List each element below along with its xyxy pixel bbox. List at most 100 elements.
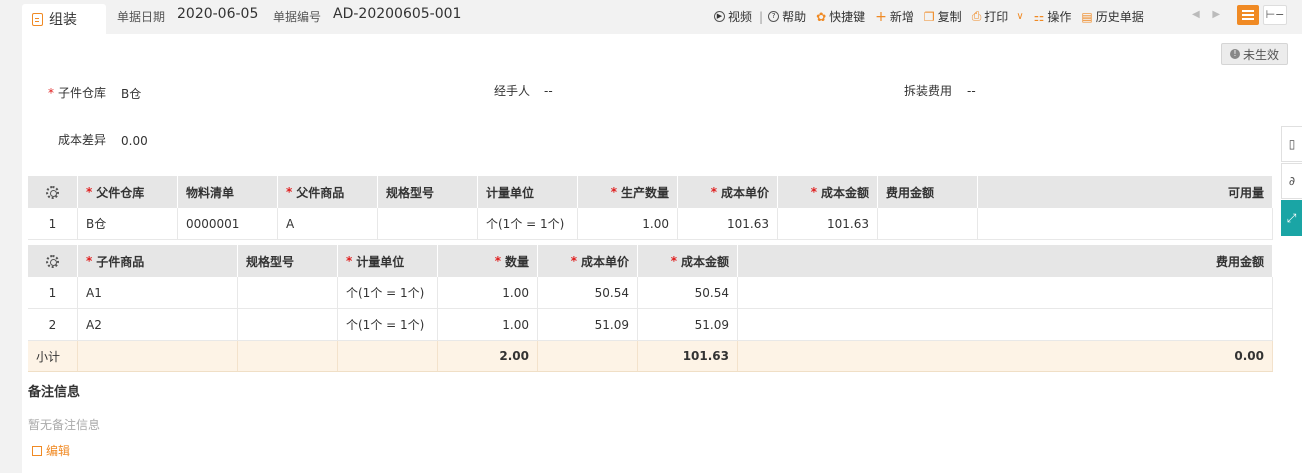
table-cell[interactable]: 101.63 <box>678 208 778 239</box>
disassembly-fee-value[interactable]: -- <box>967 84 976 98</box>
table-cell[interactable]: 50.54 <box>638 277 738 308</box>
table-cell[interactable]: 个(1个 = 1个) <box>338 309 438 340</box>
required-mark: * <box>346 254 353 268</box>
subtotal-cell <box>238 341 338 371</box>
side-link-button[interactable]: ∂ <box>1281 163 1302 199</box>
table-cell[interactable]: 50.54 <box>538 277 638 308</box>
required-mark: * <box>610 185 617 199</box>
operate-button[interactable]: ⚏ 操作 <box>1034 8 1072 25</box>
table-row[interactable]: 1 A1 个(1个 = 1个) 1.00 50.54 50.54 <box>28 277 1273 309</box>
handler-value[interactable]: -- <box>544 84 553 98</box>
plus-icon: + <box>875 8 887 25</box>
column-header-label: 父件商品 <box>296 185 345 200</box>
table-cell[interactable]: B仓 <box>78 208 178 239</box>
edit-notes-link[interactable]: 编辑 <box>32 442 70 459</box>
column-header: 规格型号 <box>378 176 478 208</box>
row-number: 1 <box>28 277 78 308</box>
subtotal-cell <box>538 341 638 371</box>
child-warehouse-label: * 子件仓库 <box>48 86 107 100</box>
history-button[interactable]: ▤ 历史单据 <box>1081 8 1143 25</box>
tab-assembly[interactable]: 组装 <box>22 4 106 34</box>
shortcuts-button[interactable]: ✿ 快捷键 <box>816 8 865 25</box>
table-cell[interactable]: 1.00 <box>438 277 538 308</box>
table-row[interactable]: 2 A2 个(1个 = 1个) 1.00 51.09 51.09 <box>28 309 1273 341</box>
table-cell[interactable]: 0000001 <box>178 208 278 239</box>
column-header-label: 规格型号 <box>246 254 295 269</box>
column-header-label: 物料清单 <box>186 185 235 200</box>
row-number: 1 <box>28 208 78 239</box>
table-cell[interactable] <box>738 309 1273 340</box>
copy-button[interactable]: ❐ 复制 <box>924 8 962 25</box>
table-header: * 子件商品 规格型号 * 计量单位 * 数量 * 成本单价 * 成本金额 费用金额 <box>28 245 1273 277</box>
table-cell[interactable]: A1 <box>78 277 238 308</box>
table-cell[interactable]: 51.09 <box>638 309 738 340</box>
column-header: 计量单位 <box>478 176 578 208</box>
link-icon: ∂ <box>1288 174 1296 188</box>
print-label: 打印 <box>984 10 1009 24</box>
video-label: 视频 <box>728 10 753 24</box>
table-cell[interactable]: 51.09 <box>538 309 638 340</box>
column-header: * 计量单位 <box>338 245 438 277</box>
table-cell[interactable] <box>738 277 1273 308</box>
subtotal-amount: 101.63 <box>638 341 738 371</box>
table-cell[interactable]: 个(1个 = 1个) <box>478 208 578 239</box>
column-header-label: 费用金额 <box>1215 254 1264 269</box>
table-row[interactable]: 1 B仓 0000001 A 个(1个 = 1个) 1.00 101.63 101.63 <box>28 208 1273 240</box>
table-cell[interactable]: A2 <box>78 309 238 340</box>
column-header: 可用量 <box>978 176 1273 208</box>
new-button[interactable]: + 新增 <box>875 8 914 25</box>
split-view-button[interactable]: ⊢− <box>1263 5 1287 25</box>
operate-label: 操作 <box>1047 10 1072 24</box>
grid-icon: ⚏ <box>1033 9 1045 24</box>
copy-label: 复制 <box>937 10 962 24</box>
column-settings-button[interactable] <box>28 245 78 277</box>
table-cell[interactable]: 个(1个 = 1个) <box>338 277 438 308</box>
table-cell[interactable] <box>978 208 1273 239</box>
column-header-label: 成本单价 <box>580 254 629 269</box>
status-badge: ! 未生效 <box>1221 43 1288 65</box>
gear-icon <box>46 185 59 199</box>
info-icon: ! <box>1229 49 1240 59</box>
list-view-button[interactable] <box>1237 5 1259 25</box>
edit-icon <box>32 445 42 456</box>
chevron-down-icon[interactable]: ∨ <box>1016 11 1023 22</box>
table-cell[interactable] <box>378 208 478 239</box>
column-header: * 子件商品 <box>78 245 238 277</box>
table-cell[interactable]: A <box>278 208 378 239</box>
tab-label: 组装 <box>49 12 77 28</box>
prev-next-arrows[interactable]: ◀ ▶ <box>1192 9 1220 20</box>
column-settings-button[interactable] <box>28 176 78 208</box>
side-doc-button[interactable]: ▯ <box>1281 126 1302 162</box>
child-warehouse-value[interactable]: B仓 <box>121 85 141 102</box>
column-header-label: 子件商品 <box>96 254 145 269</box>
copy-icon: ❐ <box>923 9 935 24</box>
new-label: 新增 <box>889 10 914 24</box>
play-icon: ▶ <box>714 11 725 22</box>
printer-icon: ⎙ <box>971 9 982 23</box>
side-expand-button[interactable]: ⤢ <box>1281 200 1302 236</box>
column-header: * 成本金额 <box>778 176 878 208</box>
column-header-label: 计量单位 <box>356 254 405 269</box>
subtotal-qty: 2.00 <box>438 341 538 371</box>
help-label: 帮助 <box>782 10 807 24</box>
table-cell[interactable]: 1.00 <box>438 309 538 340</box>
row-number: 2 <box>28 309 78 340</box>
table-cell[interactable] <box>878 208 978 239</box>
subtotal-cell <box>338 341 438 371</box>
document-icon: ▯ <box>1288 137 1296 151</box>
table-cell[interactable]: 1.00 <box>578 208 678 239</box>
disassembly-fee-label: 拆装费用 <box>904 84 953 98</box>
handler-label: 经手人 <box>494 84 531 98</box>
video-button[interactable]: ▶ 视频 <box>714 8 752 25</box>
table-cell[interactable] <box>238 309 338 340</box>
top-bar: 组装 单据日期 2020-06-05 单据编号 AD-20200605-001 … <box>0 0 1302 34</box>
table-cell[interactable]: 101.63 <box>778 208 878 239</box>
subtotal-cell <box>78 341 238 371</box>
required-mark: * <box>670 254 677 268</box>
table-cell[interactable] <box>238 277 338 308</box>
cost-diff-value: 0.00 <box>121 134 148 148</box>
shortcuts-label: 快捷键 <box>829 10 866 24</box>
column-header: 物料清单 <box>178 176 278 208</box>
help-button[interactable]: ? 帮助 <box>768 8 806 25</box>
print-button[interactable]: ⎙ 打印 ∨ <box>972 8 1024 25</box>
